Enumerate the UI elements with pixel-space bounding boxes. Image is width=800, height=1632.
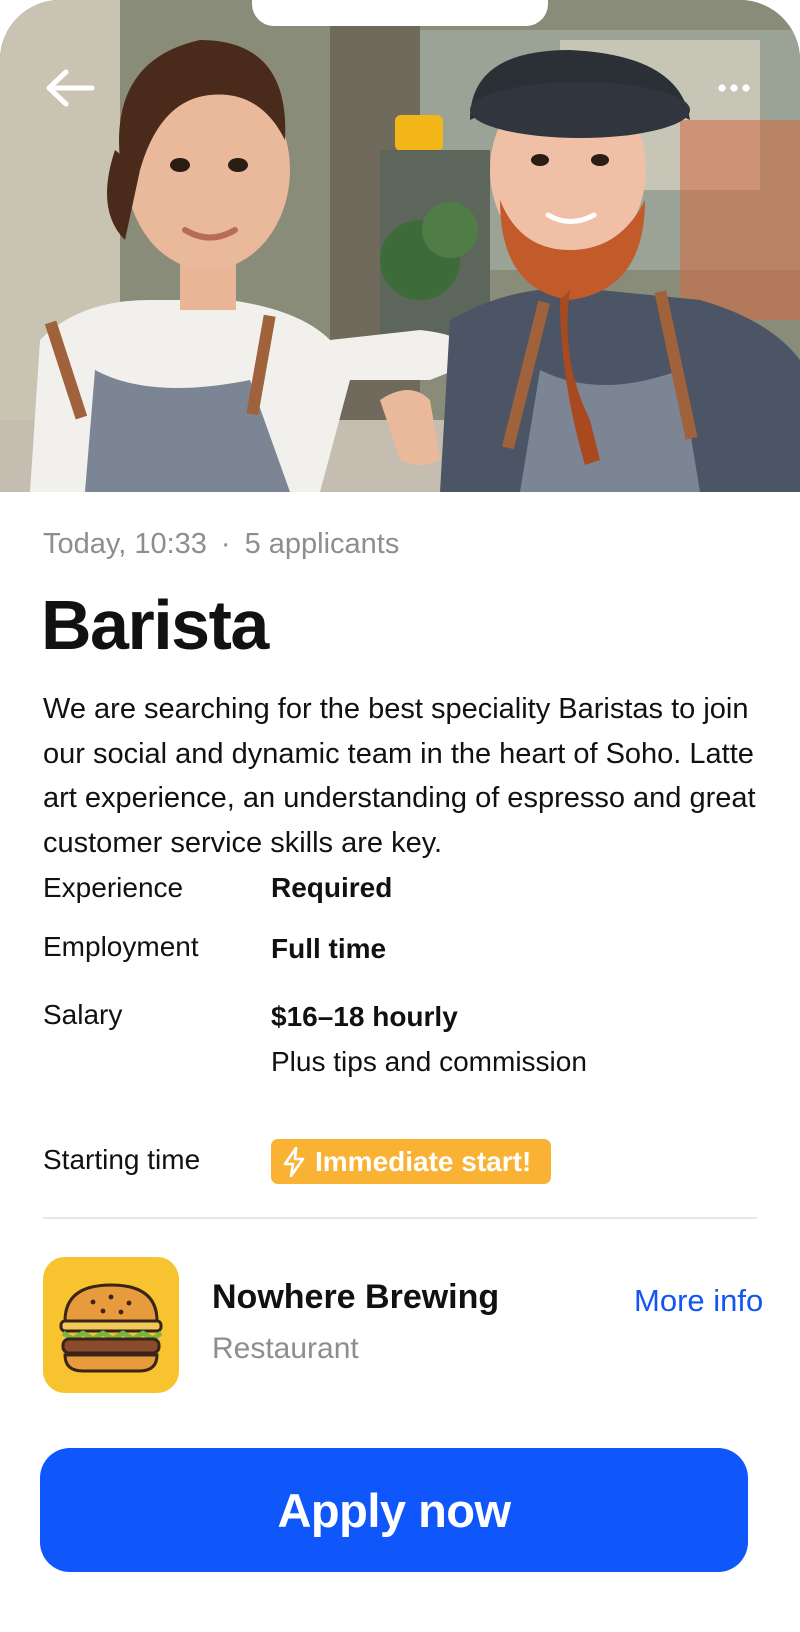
salary-note: Plus tips and commission (271, 1046, 587, 1077)
apply-now-button[interactable]: Apply now (40, 1448, 748, 1572)
job-description: We are searching for the best speciality… (43, 693, 756, 859)
salary-label: Salary (43, 999, 123, 1030)
experience-label: Experience (43, 872, 184, 903)
arrow-left-icon (46, 69, 95, 107)
more-options-button[interactable] (706, 66, 766, 110)
immediate-start-label: Immediate start! (315, 1145, 532, 1177)
applicant-count: 5 applicants (244, 528, 400, 560)
starting-time-label: Starting time (43, 1144, 201, 1175)
job-detail-screen: Today, 10:33 · 5 applicants Barista We are… (0, 0, 800, 1632)
immediate-start-badge: Immediate start! (271, 1139, 552, 1184)
more-info-link[interactable]: More info (634, 1283, 763, 1319)
job-title: Barista (41, 586, 269, 664)
lightning-bolt-icon (283, 1146, 305, 1177)
employment-value: Full time (271, 933, 387, 964)
employment-label: Employment (43, 931, 199, 962)
company-logo[interactable] (43, 1257, 179, 1393)
company-type: Restaurant (212, 1332, 359, 1365)
burger-icon (59, 1283, 163, 1373)
experience-value: Required (271, 872, 393, 903)
posted-time: Today, 10:33 (43, 528, 207, 560)
meta-separator: · (220, 528, 231, 560)
section-divider (43, 1217, 757, 1219)
salary-value: $16–18 hourly (271, 1001, 458, 1032)
company-name: Nowhere Brewing (212, 1278, 500, 1316)
back-button[interactable] (40, 64, 100, 114)
ellipsis-icon (718, 84, 750, 92)
hero-illustration (0, 0, 800, 492)
device-notch (252, 0, 548, 26)
job-meta: Today, 10:33 · 5 applicants (43, 528, 399, 561)
hero-photo (0, 0, 800, 492)
